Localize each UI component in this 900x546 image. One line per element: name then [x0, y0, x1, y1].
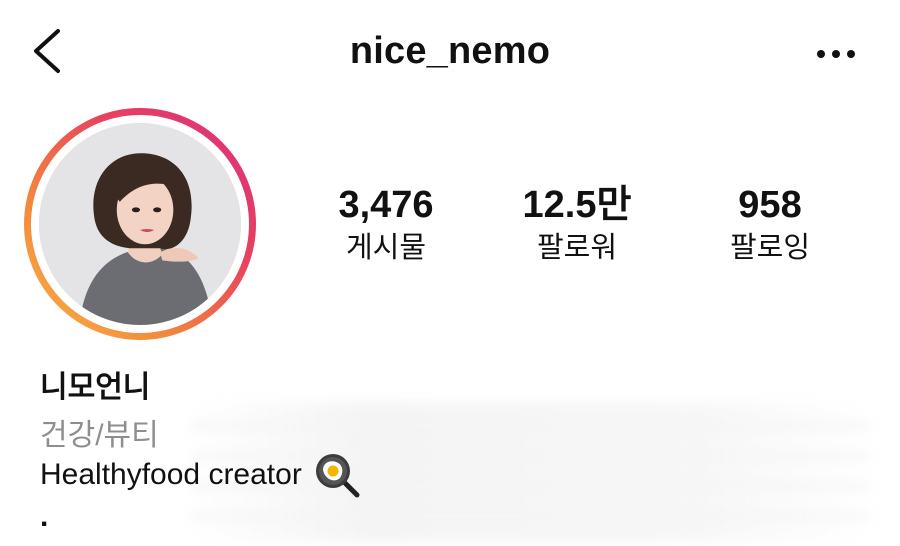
display-name: 니모언니 — [40, 371, 151, 404]
stat-followers-value: 12.5만 — [522, 184, 632, 226]
profile-category: 건강/뷰티 — [40, 419, 159, 452]
stat-following[interactable]: 958 팔로잉 — [690, 182, 850, 266]
frying-pan-egg-emoji — [315, 454, 360, 498]
more-horizontal-icon — [817, 50, 855, 58]
stat-posts[interactable]: 3,476 게시물 — [306, 182, 466, 266]
bio-line: Healthyfood creator — [40, 452, 360, 498]
story-ring[interactable] — [24, 108, 256, 340]
bio-dot: . — [40, 500, 49, 533]
stat-posts-value: 3,476 — [338, 184, 434, 226]
bio-text: Healthyfood creator — [40, 458, 302, 491]
profile-page: nice_nemo 3,476 게시물 12.5만 팔로워 958 팔로잉 니모… — [0, 0, 900, 546]
avatar — [39, 123, 241, 325]
avatar-gap — [31, 115, 249, 333]
stat-following-label: 팔로잉 — [729, 232, 811, 264]
stat-followers[interactable]: 12.5만 팔로워 — [497, 182, 657, 266]
stat-followers-label: 팔로워 — [536, 232, 618, 264]
stat-following-value: 958 — [738, 184, 802, 226]
stat-posts-label: 게시물 — [345, 232, 427, 264]
more-options-button[interactable] — [816, 44, 856, 64]
profile-username: nice_nemo — [349, 30, 551, 72]
profile-photo — [39, 123, 241, 325]
